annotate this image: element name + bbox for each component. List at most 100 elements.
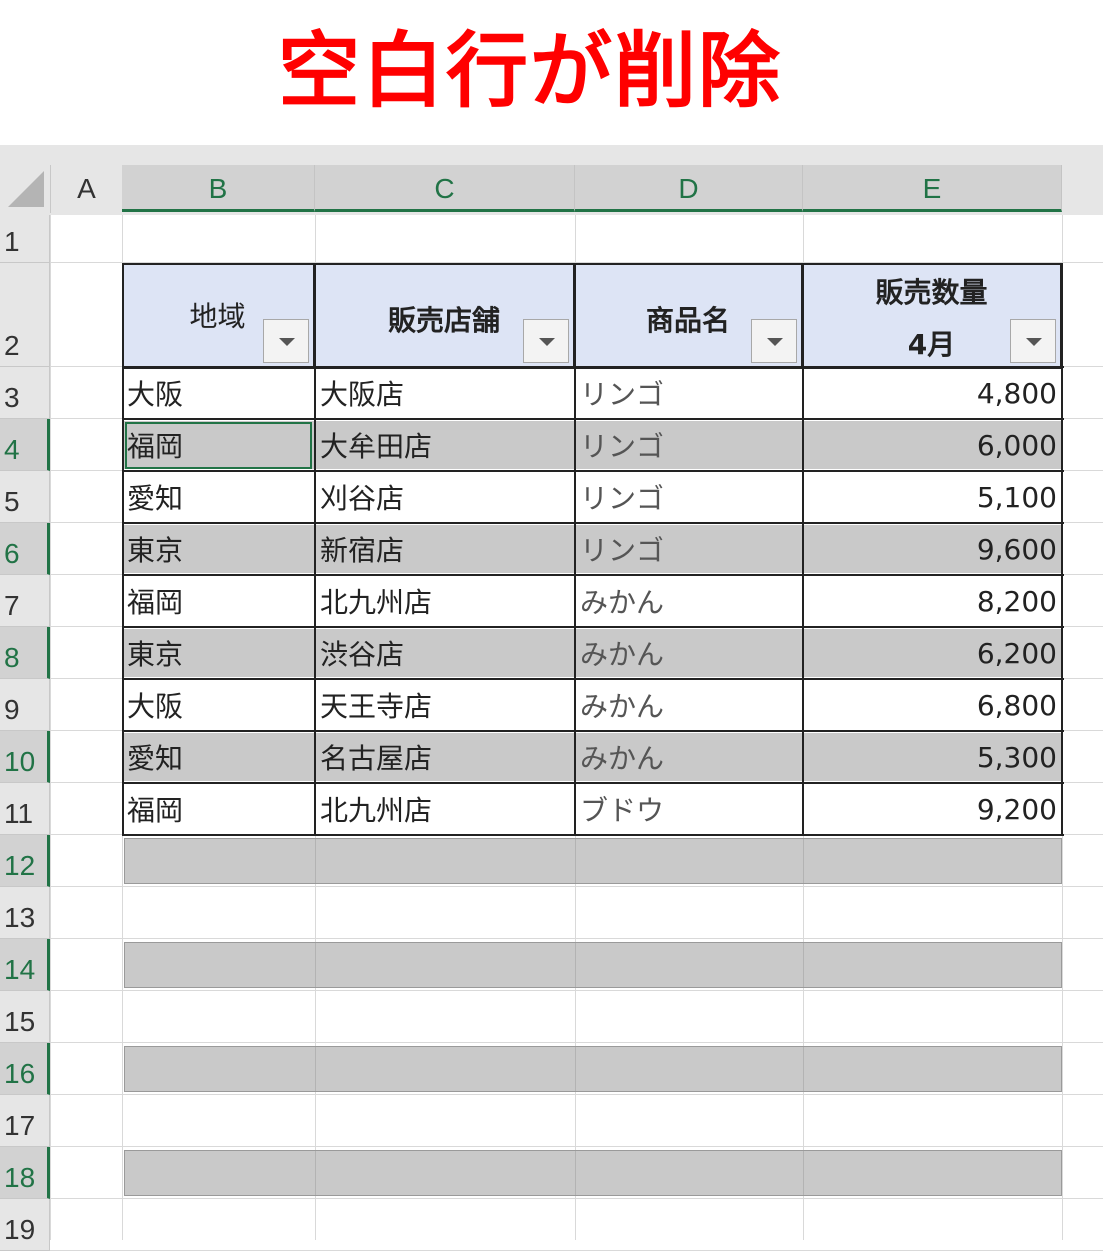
blank-row-selection[interactable] [124,1150,1062,1196]
title-banner: 空白行が削除 [0,0,1103,145]
cell-quantity[interactable]: 4,800 [803,367,1062,419]
table-border-vertical [122,263,124,836]
cell-product[interactable]: リンゴ [575,471,803,523]
row-header-15[interactable]: 15 [0,991,50,1043]
cell-quantity[interactable]: 6,800 [803,679,1062,731]
cell-region[interactable]: 愛知 [122,471,315,523]
row-header-2[interactable]: 2 [0,263,50,367]
cell-store[interactable]: 新宿店 [315,523,575,575]
select-all-button[interactable] [0,165,51,213]
cell-quantity[interactable]: 6,000 [803,419,1062,471]
band-divider [575,1047,576,1091]
row-header-14[interactable]: 14 [0,939,50,991]
gridline-row [50,990,1103,991]
gridline-row [50,1198,1103,1199]
cell-store[interactable]: 北九州店 [315,783,575,835]
cell-region[interactable]: 東京 [122,627,315,679]
gridline-row [50,1094,1103,1095]
row-header-6[interactable]: 6 [0,523,50,575]
row-header-13[interactable]: 13 [0,887,50,939]
band-divider [315,839,316,883]
cell-store[interactable]: 大阪店 [315,367,575,419]
row-header-18[interactable]: 18 [0,1147,50,1199]
row-header-11[interactable]: 11 [0,783,50,835]
cell-product[interactable]: リンゴ [575,367,803,419]
cell-region[interactable]: 愛知 [122,731,315,783]
cell-product[interactable]: みかん [575,575,803,627]
cell-quantity[interactable]: 9,200 [803,783,1062,835]
row-header-5[interactable]: 5 [0,471,50,523]
table-border-horizontal [122,782,1064,784]
row-header-3[interactable]: 3 [0,367,50,419]
cell-product[interactable]: リンゴ [575,419,803,471]
cell-quantity[interactable]: 8,200 [803,575,1062,627]
blank-row-selection[interactable] [124,1046,1062,1092]
row-header-16[interactable]: 16 [0,1043,50,1095]
gridline-column [50,215,51,1240]
table-border-vertical [314,263,316,836]
table-border-horizontal [122,678,1064,680]
cell-product[interactable]: ブドウ [575,783,803,835]
cell-region[interactable]: 大阪 [122,367,315,419]
table-border-vertical [574,263,576,836]
column-header-c[interactable]: C [315,165,575,212]
filter-dropdown-button[interactable] [1010,319,1056,363]
gridline-row [50,886,1103,887]
row-header-17[interactable]: 17 [0,1095,50,1147]
cell-quantity[interactable]: 6,200 [803,627,1062,679]
column-header-b[interactable]: B [122,165,315,212]
row-header-19[interactable]: 19 [0,1199,50,1251]
cell-product[interactable]: みかん [575,731,803,783]
filter-dropdown-button[interactable] [751,319,797,363]
cell-store[interactable]: 刈谷店 [315,471,575,523]
band-divider [315,1047,316,1091]
row-header-7[interactable]: 7 [0,575,50,627]
table-border-horizontal [122,626,1064,628]
cell-quantity[interactable]: 5,100 [803,471,1062,523]
table-border-horizontal [122,470,1064,472]
cell-region[interactable]: 福岡 [122,783,315,835]
filter-dropdown-button[interactable] [263,319,309,363]
cell-quantity[interactable]: 9,600 [803,523,1062,575]
table-border-vertical [802,263,804,836]
table-border-horizontal [122,730,1064,732]
cell-store[interactable]: 名古屋店 [315,731,575,783]
table-border-horizontal [122,574,1064,576]
cell-region[interactable]: 東京 [122,523,315,575]
band-divider [803,839,804,883]
cell-store[interactable]: 渋谷店 [315,627,575,679]
row-header-1[interactable]: 1 [0,215,50,263]
band-divider [575,1151,576,1195]
row-header-4[interactable]: 4 [0,419,50,471]
spreadsheet[interactable]: ABCDE 1 2 3 4 5 6 7 8 9 10 11 12 13 14 15 16 17 18 19 地域 販売… [0,145,1103,1251]
band-divider [575,839,576,883]
row-header-9[interactable]: 9 [0,679,50,731]
cell-product[interactable]: みかん [575,627,803,679]
cell-store[interactable]: 大牟田店 [315,419,575,471]
blank-row-selection[interactable] [124,838,1062,884]
band-divider [315,1151,316,1195]
column-header-e[interactable]: E [803,165,1062,212]
select-all-triangle-icon [8,171,44,207]
header-product-cell: 商品名 [573,263,803,369]
cell-quantity[interactable]: 5,300 [803,731,1062,783]
band-divider [575,943,576,987]
active-cell-cursor[interactable] [125,422,312,469]
filter-dropdown-button[interactable] [523,319,569,363]
cell-store[interactable]: 天王寺店 [315,679,575,731]
banner-title: 空白行が削除 [277,24,782,119]
column-header-a[interactable]: A [51,165,123,212]
column-header-d[interactable]: D [575,165,803,212]
cell-region[interactable]: 福岡 [122,575,315,627]
cell-product[interactable]: リンゴ [575,523,803,575]
header-sales-cell: 販売数量 4月 [801,263,1062,369]
table-border-horizontal [122,834,1064,836]
cell-store[interactable]: 北九州店 [315,575,575,627]
cell-region[interactable]: 大阪 [122,679,315,731]
header-sales-line1: 販売数量 [875,276,988,309]
cell-product[interactable]: みかん [575,679,803,731]
row-header-10[interactable]: 10 [0,731,50,783]
row-header-8[interactable]: 8 [0,627,50,679]
blank-row-selection[interactable] [124,942,1062,988]
row-header-12[interactable]: 12 [0,835,50,887]
